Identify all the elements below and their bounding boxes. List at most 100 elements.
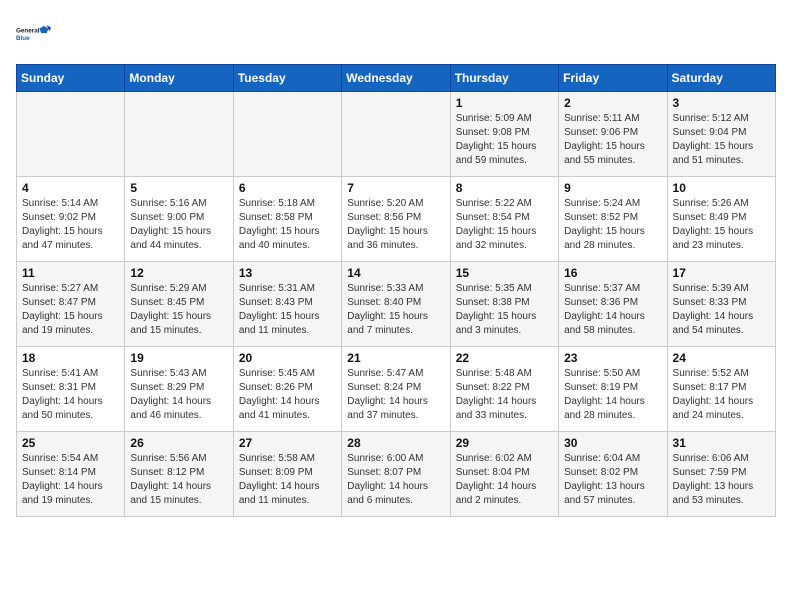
calendar-week-row: 11 Sunrise: 5:27 AMSunset: 8:47 PMDayligh… bbox=[17, 262, 776, 347]
day-info: Sunrise: 5:39 AMSunset: 8:33 PMDaylight:… bbox=[673, 282, 770, 338]
day-info: Sunrise: 5:35 AMSunset: 8:38 PMDaylight:… bbox=[456, 282, 553, 338]
day-number: 10 bbox=[673, 181, 770, 195]
day-info: Sunrise: 5:33 AMSunset: 8:40 PMDaylight:… bbox=[347, 282, 444, 338]
day-number: 18 bbox=[22, 351, 119, 365]
day-number: 30 bbox=[564, 436, 661, 450]
day-info: Sunrise: 5:54 AMSunset: 8:14 PMDaylight:… bbox=[22, 452, 119, 508]
calendar-day-5: 5 Sunrise: 5:16 AMSunset: 9:00 PMDaylight… bbox=[125, 177, 233, 262]
calendar-header-friday: Friday bbox=[559, 65, 667, 92]
day-number: 9 bbox=[564, 181, 661, 195]
logo: General Blue bbox=[16, 16, 52, 52]
svg-text:Blue: Blue bbox=[16, 35, 30, 42]
day-number: 21 bbox=[347, 351, 444, 365]
calendar-header-thursday: Thursday bbox=[450, 65, 558, 92]
day-number: 19 bbox=[130, 351, 227, 365]
day-number: 25 bbox=[22, 436, 119, 450]
day-info: Sunrise: 6:04 AMSunset: 8:02 PMDaylight:… bbox=[564, 452, 661, 508]
calendar-day-6: 6 Sunrise: 5:18 AMSunset: 8:58 PMDaylight… bbox=[233, 177, 341, 262]
day-number: 24 bbox=[673, 351, 770, 365]
day-number: 28 bbox=[347, 436, 444, 450]
day-number: 16 bbox=[564, 266, 661, 280]
day-number: 27 bbox=[239, 436, 336, 450]
calendar-header-saturday: Saturday bbox=[667, 65, 775, 92]
calendar-week-row: 1 Sunrise: 5:09 AMSunset: 9:08 PMDaylight… bbox=[17, 92, 776, 177]
calendar-day-2: 2 Sunrise: 5:11 AMSunset: 9:06 PMDaylight… bbox=[559, 92, 667, 177]
day-number: 23 bbox=[564, 351, 661, 365]
day-info: Sunrise: 5:16 AMSunset: 9:00 PMDaylight:… bbox=[130, 197, 227, 253]
day-number: 4 bbox=[22, 181, 119, 195]
day-number: 6 bbox=[239, 181, 336, 195]
calendar-day-7: 7 Sunrise: 5:20 AMSunset: 8:56 PMDaylight… bbox=[342, 177, 450, 262]
day-number: 29 bbox=[456, 436, 553, 450]
calendar-day-9: 9 Sunrise: 5:24 AMSunset: 8:52 PMDaylight… bbox=[559, 177, 667, 262]
calendar-day-20: 20 Sunrise: 5:45 AMSunset: 8:26 PMDayligh… bbox=[233, 347, 341, 432]
day-info: Sunrise: 5:09 AMSunset: 9:08 PMDaylight:… bbox=[456, 112, 553, 168]
day-info: Sunrise: 5:20 AMSunset: 8:56 PMDaylight:… bbox=[347, 197, 444, 253]
calendar-header-wednesday: Wednesday bbox=[342, 65, 450, 92]
calendar-day-17: 17 Sunrise: 5:39 AMSunset: 8:33 PMDayligh… bbox=[667, 262, 775, 347]
day-info: Sunrise: 5:56 AMSunset: 8:12 PMDaylight:… bbox=[130, 452, 227, 508]
day-number: 7 bbox=[347, 181, 444, 195]
calendar-empty-cell bbox=[17, 92, 125, 177]
calendar-day-1: 1 Sunrise: 5:09 AMSunset: 9:08 PMDaylight… bbox=[450, 92, 558, 177]
day-number: 5 bbox=[130, 181, 227, 195]
day-info: Sunrise: 5:14 AMSunset: 9:02 PMDaylight:… bbox=[22, 197, 119, 253]
calendar-day-11: 11 Sunrise: 5:27 AMSunset: 8:47 PMDayligh… bbox=[17, 262, 125, 347]
day-info: Sunrise: 5:58 AMSunset: 8:09 PMDaylight:… bbox=[239, 452, 336, 508]
calendar-day-15: 15 Sunrise: 5:35 AMSunset: 8:38 PMDayligh… bbox=[450, 262, 558, 347]
day-number: 14 bbox=[347, 266, 444, 280]
day-info: Sunrise: 6:06 AMSunset: 7:59 PMDaylight:… bbox=[673, 452, 770, 508]
calendar-week-row: 4 Sunrise: 5:14 AMSunset: 9:02 PMDaylight… bbox=[17, 177, 776, 262]
day-info: Sunrise: 5:26 AMSunset: 8:49 PMDaylight:… bbox=[673, 197, 770, 253]
day-number: 1 bbox=[456, 96, 553, 110]
calendar-empty-cell bbox=[125, 92, 233, 177]
day-info: Sunrise: 5:11 AMSunset: 9:06 PMDaylight:… bbox=[564, 112, 661, 168]
day-info: Sunrise: 6:02 AMSunset: 8:04 PMDaylight:… bbox=[456, 452, 553, 508]
day-info: Sunrise: 5:43 AMSunset: 8:29 PMDaylight:… bbox=[130, 367, 227, 423]
day-number: 20 bbox=[239, 351, 336, 365]
calendar-day-14: 14 Sunrise: 5:33 AMSunset: 8:40 PMDayligh… bbox=[342, 262, 450, 347]
calendar-day-21: 21 Sunrise: 5:47 AMSunset: 8:24 PMDayligh… bbox=[342, 347, 450, 432]
day-number: 15 bbox=[456, 266, 553, 280]
day-info: Sunrise: 5:18 AMSunset: 8:58 PMDaylight:… bbox=[239, 197, 336, 253]
logo-icon: General Blue bbox=[16, 16, 52, 52]
day-number: 26 bbox=[130, 436, 227, 450]
calendar-day-19: 19 Sunrise: 5:43 AMSunset: 8:29 PMDayligh… bbox=[125, 347, 233, 432]
calendar-day-28: 28 Sunrise: 6:00 AMSunset: 8:07 PMDayligh… bbox=[342, 432, 450, 517]
day-number: 17 bbox=[673, 266, 770, 280]
day-info: Sunrise: 5:22 AMSunset: 8:54 PMDaylight:… bbox=[456, 197, 553, 253]
day-number: 11 bbox=[22, 266, 119, 280]
day-number: 2 bbox=[564, 96, 661, 110]
day-info: Sunrise: 5:24 AMSunset: 8:52 PMDaylight:… bbox=[564, 197, 661, 253]
day-info: Sunrise: 6:00 AMSunset: 8:07 PMDaylight:… bbox=[347, 452, 444, 508]
day-info: Sunrise: 5:50 AMSunset: 8:19 PMDaylight:… bbox=[564, 367, 661, 423]
calendar-day-13: 13 Sunrise: 5:31 AMSunset: 8:43 PMDayligh… bbox=[233, 262, 341, 347]
day-info: Sunrise: 5:31 AMSunset: 8:43 PMDaylight:… bbox=[239, 282, 336, 338]
calendar-week-row: 18 Sunrise: 5:41 AMSunset: 8:31 PMDayligh… bbox=[17, 347, 776, 432]
calendar-day-23: 23 Sunrise: 5:50 AMSunset: 8:19 PMDayligh… bbox=[559, 347, 667, 432]
calendar-day-26: 26 Sunrise: 5:56 AMSunset: 8:12 PMDayligh… bbox=[125, 432, 233, 517]
calendar-day-25: 25 Sunrise: 5:54 AMSunset: 8:14 PMDayligh… bbox=[17, 432, 125, 517]
day-info: Sunrise: 5:29 AMSunset: 8:45 PMDaylight:… bbox=[130, 282, 227, 338]
calendar-empty-cell bbox=[233, 92, 341, 177]
day-info: Sunrise: 5:12 AMSunset: 9:04 PMDaylight:… bbox=[673, 112, 770, 168]
calendar-header-sunday: Sunday bbox=[17, 65, 125, 92]
day-number: 3 bbox=[673, 96, 770, 110]
day-number: 12 bbox=[130, 266, 227, 280]
calendar-day-12: 12 Sunrise: 5:29 AMSunset: 8:45 PMDayligh… bbox=[125, 262, 233, 347]
calendar-week-row: 25 Sunrise: 5:54 AMSunset: 8:14 PMDayligh… bbox=[17, 432, 776, 517]
day-info: Sunrise: 5:45 AMSunset: 8:26 PMDaylight:… bbox=[239, 367, 336, 423]
calendar-empty-cell bbox=[342, 92, 450, 177]
calendar-day-31: 31Sunrise: 6:06 AMSunset: 7:59 PMDayligh… bbox=[667, 432, 775, 517]
day-number: 22 bbox=[456, 351, 553, 365]
day-info: Sunrise: 5:27 AMSunset: 8:47 PMDaylight:… bbox=[22, 282, 119, 338]
day-info: Sunrise: 5:41 AMSunset: 8:31 PMDaylight:… bbox=[22, 367, 119, 423]
day-info: Sunrise: 5:52 AMSunset: 8:17 PMDaylight:… bbox=[673, 367, 770, 423]
day-number: 13 bbox=[239, 266, 336, 280]
day-info: Sunrise: 5:47 AMSunset: 8:24 PMDaylight:… bbox=[347, 367, 444, 423]
calendar-header-monday: Monday bbox=[125, 65, 233, 92]
day-info: Sunrise: 5:37 AMSunset: 8:36 PMDaylight:… bbox=[564, 282, 661, 338]
calendar-day-3: 3 Sunrise: 5:12 AMSunset: 9:04 PMDaylight… bbox=[667, 92, 775, 177]
calendar-header-tuesday: Tuesday bbox=[233, 65, 341, 92]
calendar-day-24: 24 Sunrise: 5:52 AMSunset: 8:17 PMDayligh… bbox=[667, 347, 775, 432]
